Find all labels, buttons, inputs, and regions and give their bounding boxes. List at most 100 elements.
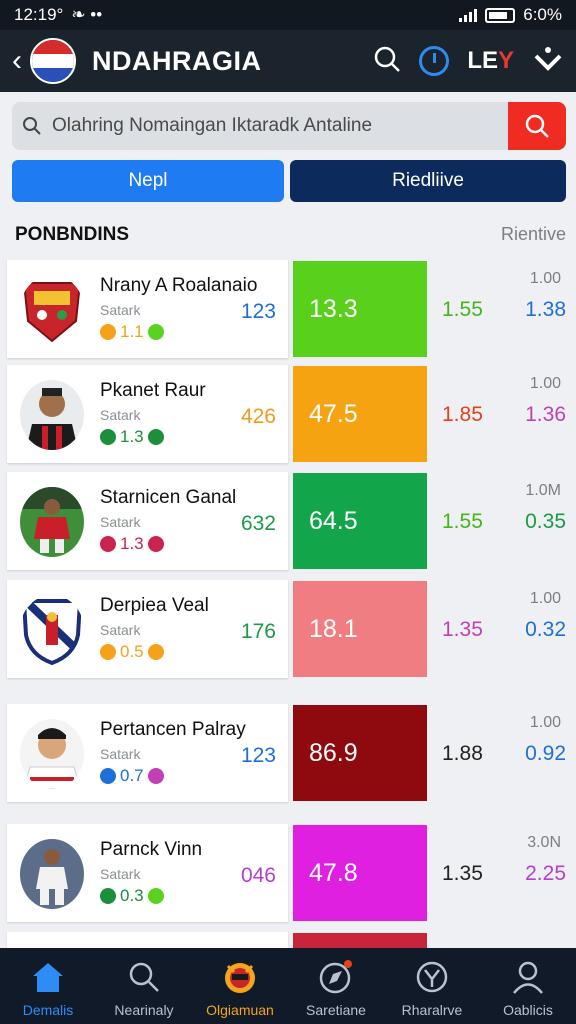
badge-value: 1.3 [120,427,144,446]
odd-value-secondary[interactable]: 2.25 [525,862,566,886]
club-crest-icon [20,275,84,345]
ley-accent: Y [497,47,514,74]
odd-value-secondary[interactable]: 1.36 [525,403,566,427]
team-subtitle: Satark [100,866,141,882]
nav-label: Nearinaly [114,1002,174,1018]
nav-label: Oablicis [503,1002,553,1018]
ley-label: LE [467,47,498,74]
list-item[interactable]: Pkanet Raur Satark 1.3 426 47.5 1.85 1.0… [0,363,576,467]
app-title: NDAHRAGIA [92,45,262,76]
search-icon[interactable] [373,45,401,78]
team-count: 632 [240,512,276,535]
score-cell [293,933,427,949]
search-field-icon [12,116,52,136]
search-icon [128,958,160,996]
mascot-icon [220,958,260,996]
badge-group: 1.1 [100,322,164,342]
nav-label: Saretiane [306,1002,366,1018]
list-item-partial [0,930,576,950]
odd-value-secondary[interactable]: 1.38 [525,298,566,322]
badge-dot-icon [147,536,164,552]
badge-group: 0.7 [100,766,164,786]
team-card[interactable]: Pkanet Raur Satark 1.3 426 [7,365,288,463]
odd-caption: 3.0N [527,834,561,851]
battery-icon [485,7,516,23]
odd-value-secondary[interactable]: 0.32 [525,618,566,642]
team-subtitle: Satark [100,302,141,318]
odd-value-secondary[interactable]: 0.35 [525,510,566,534]
team-name: Pertancen Palray [100,719,246,740]
search-input[interactable] [52,115,508,137]
flag-icon [30,38,76,84]
team-subtitle: Satark [100,514,141,530]
search-button[interactable] [508,102,566,150]
odd-value[interactable]: 1.85 [442,403,483,427]
tab-nepl[interactable]: Nepl [12,160,284,202]
team-count: 123 [240,300,276,323]
badge-value: 0.5 [120,642,144,661]
ley-button[interactable]: LEY [467,47,514,75]
team-card[interactable]: Pertancen Palray Satark 0.7 123 [7,704,288,802]
badge-dot-icon [100,768,116,784]
badge-value: 0.3 [120,886,144,905]
home-icon [30,958,66,996]
badge-dot-icon [147,324,164,340]
odd-value[interactable]: 1.55 [442,510,483,534]
nav-item-nearinaly[interactable]: Nearinaly [96,948,192,1024]
badge-dot-icon [100,888,116,904]
odd-caption: 1.0M [525,482,561,499]
odd-caption: 1.00 [529,375,561,392]
status-bar: 12:19° ❧ •• 6:0% [0,0,576,30]
score-cell[interactable]: 47.8 [293,825,427,921]
odd-caption: 1.00 [529,590,561,607]
badge-group: 0.5 [100,642,164,662]
score-cell[interactable]: 86.9 [293,705,427,801]
nav-item-oablicis[interactable]: Oablicis [480,948,576,1024]
odd-value-secondary[interactable]: 0.92 [525,742,566,766]
odd-value[interactable]: 1.55 [442,298,483,322]
tab-riedliive[interactable]: Riedliive [290,160,566,202]
team-subtitle: Satark [100,746,141,762]
team-card[interactable]: Starnicen Ganal Satark 1.3 632 [7,472,288,570]
score-cell[interactable]: 64.5 [293,473,427,569]
team-count: 123 [240,744,276,767]
timer-icon[interactable] [419,46,450,76]
screen: { "status": { "time": "12:19°", "battery… [0,0,576,1024]
odd-value[interactable]: 1.35 [442,618,483,642]
score-cell[interactable]: 47.5 [293,366,427,462]
list-item[interactable]: Starnicen Ganal Satark 1.3 632 64.5 1.55… [0,470,576,574]
team-count: 176 [240,620,276,643]
nav-item-demalis[interactable]: Demalis [0,948,96,1024]
battery-percent: 6:0% [523,5,562,24]
app-header: ‹ NDAHRAGIA LEY [0,30,576,92]
list-item[interactable]: Parnck Vinn Satark 0.3 046 47.8 1.35 3.0… [0,822,576,926]
team-count: 046 [240,864,276,887]
badge-dot-icon [100,644,116,660]
team-count: 426 [240,405,276,428]
badge-dot-icon [147,429,164,445]
player-photo [20,719,84,789]
badge-dot-icon [147,768,164,784]
player-photo [20,839,84,909]
odd-value[interactable]: 1.88 [442,742,483,766]
nav-item-olgiamuan[interactable]: Olgiamuan [192,948,288,1024]
back-arrow-icon[interactable]: ‹ [12,46,28,76]
odd-caption: 1.00 [529,270,561,287]
team-card[interactable]: Derpiea Veal Satark 0.5 176 [7,580,288,678]
list-item[interactable]: Pertancen Palray Satark 0.7 123 86.9 1.8… [0,702,576,806]
team-card[interactable]: Parnck Vinn Satark 0.3 046 [7,824,288,922]
score-cell[interactable]: 18.1 [293,581,427,677]
odd-value[interactable]: 1.35 [442,862,483,886]
team-name: Pkanet Raur [100,380,206,401]
nav-item-rharalrve[interactable]: Rharalrve [384,948,480,1024]
team-subtitle: Satark [100,407,141,423]
section-link[interactable]: Rientive [501,224,566,245]
score-cell[interactable]: 13.3 [293,261,427,357]
list-item[interactable]: Derpiea Veal Satark 0.5 176 18.1 1.35 1.… [0,578,576,682]
nav-item-saretiane[interactable]: Saretiane [288,948,384,1024]
team-card[interactable]: Nrany A Roalanaio Satark 1.1 123 [7,260,288,358]
chevron-down-icon[interactable] [532,44,564,79]
list-item[interactable]: Nrany A Roalanaio Satark 1.1 123 13.3 1.… [0,258,576,362]
nav-label: Olgiamuan [206,1002,274,1018]
team-subtitle: Satark [100,622,141,638]
